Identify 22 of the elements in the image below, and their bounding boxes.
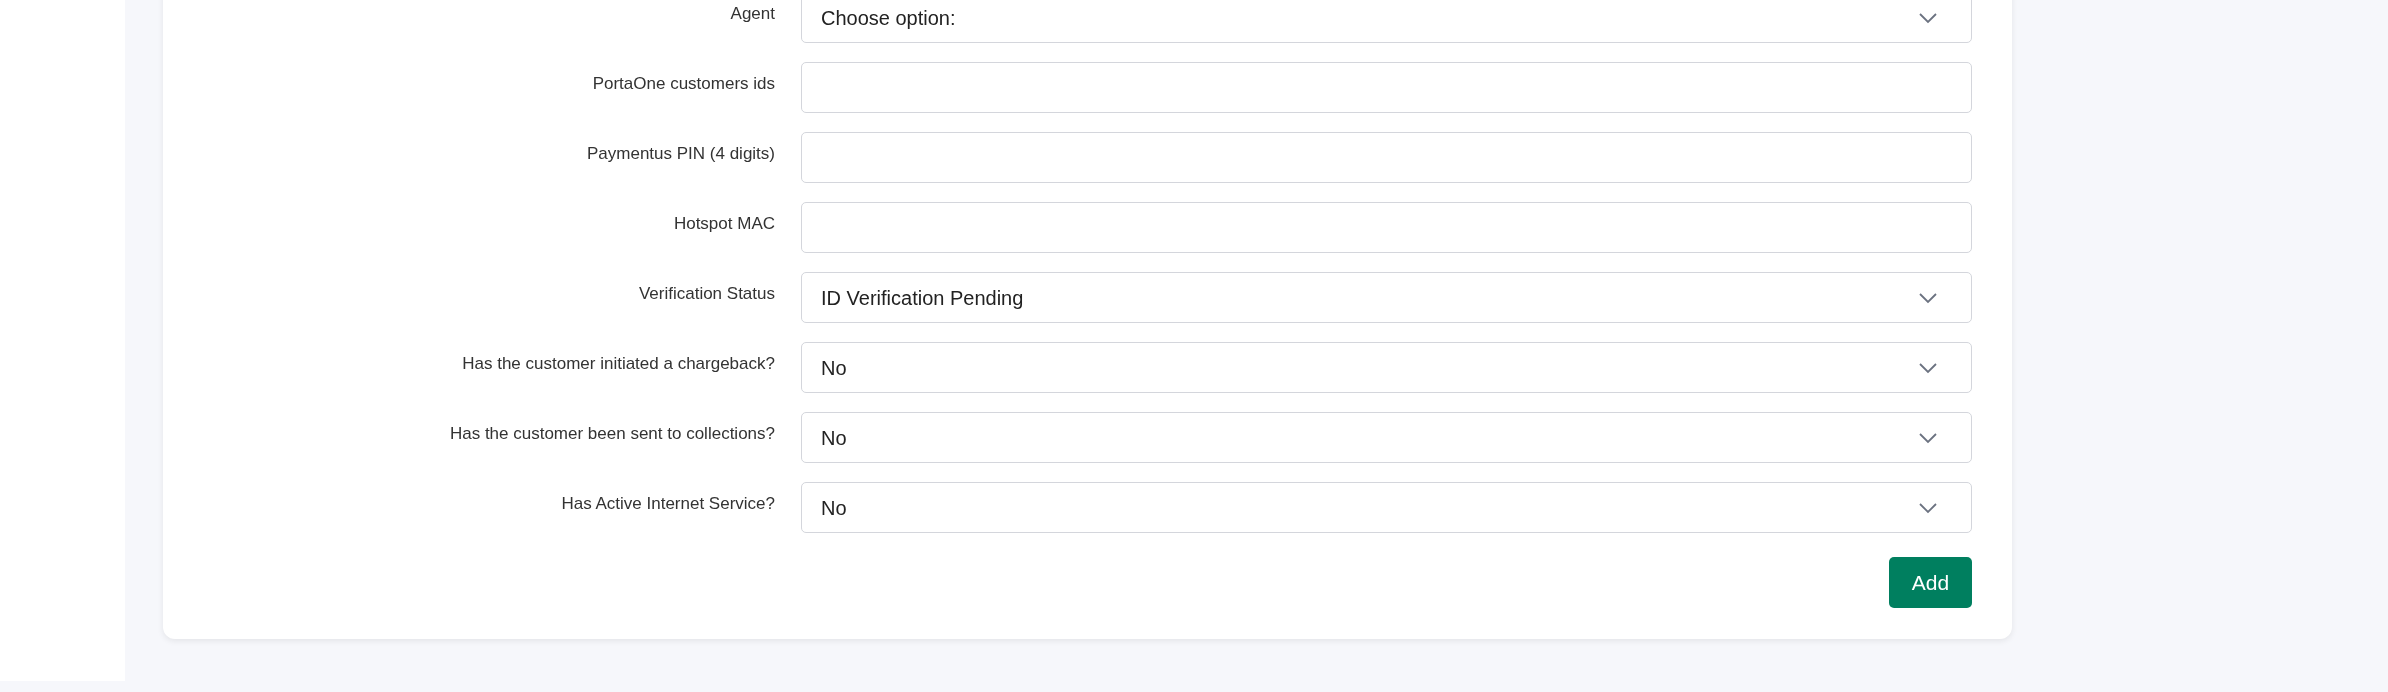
field-label: Has Active Internet Service?: [561, 492, 775, 515]
field-label: Has the customer been sent to collections?: [449, 422, 775, 445]
field-label: Hotspot MAC: [673, 212, 775, 235]
chevron-down-icon: [1918, 431, 1938, 444]
select-field[interactable]: ID Verification Pending: [801, 272, 1972, 323]
select-field[interactable]: No: [801, 482, 1972, 533]
field-label: PortaOne customers ids: [592, 72, 775, 95]
select-field[interactable]: No: [801, 342, 1972, 393]
chevron-down-icon: [1918, 501, 1938, 514]
add-button[interactable]: Add: [1889, 557, 1972, 608]
chevron-down-icon: [1918, 291, 1938, 304]
select-field[interactable]: No: [801, 412, 1972, 463]
select-field[interactable]: Choose option:: [801, 0, 1972, 43]
text-field[interactable]: [801, 202, 1972, 253]
field-label: Verification Status: [638, 282, 775, 305]
chevron-down-icon: [1918, 361, 1938, 374]
field-label: Has the customer initiated a chargeback?: [462, 352, 775, 375]
field-label: Agent: [730, 2, 775, 25]
text-field[interactable]: [801, 132, 1972, 183]
chevron-down-icon: [1918, 11, 1938, 24]
text-field[interactable]: [801, 62, 1972, 113]
field-label: Paymentus PIN (4 digits): [587, 142, 775, 165]
